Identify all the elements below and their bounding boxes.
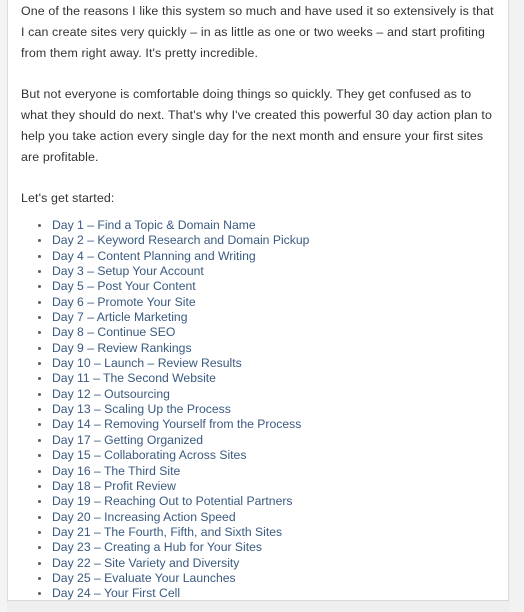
article-body: One of the reasons I like this system so… — [8, 0, 508, 600]
day-link[interactable]: Day 3 – Setup Your Account — [52, 264, 204, 278]
bullet-icon — [38, 438, 41, 442]
list-item: Day 10 – Launch – Review Results — [35, 356, 494, 371]
list-top-spacer — [21, 209, 494, 218]
bullet-icon — [38, 300, 41, 304]
bullet-icon — [38, 224, 41, 227]
bullet-icon — [38, 423, 41, 427]
day-link[interactable]: Day 21 – The Fourth, Fifth, and Sixth Si… — [52, 525, 282, 539]
bullet-icon — [38, 270, 41, 274]
bullet-icon — [38, 561, 41, 565]
content-card: One of the reasons I like this system so… — [7, 0, 509, 601]
bullet-icon — [38, 530, 41, 534]
day-link[interactable]: Day 6 – Promote Your Site — [52, 295, 196, 309]
day-link[interactable]: Day 17 – Getting Organized — [52, 433, 203, 447]
bullet-icon — [38, 500, 41, 504]
bullet-icon — [38, 362, 41, 366]
day-link[interactable]: Day 19 – Reaching Out to Potential Partn… — [52, 494, 293, 508]
bullet-icon — [38, 469, 41, 473]
day-link[interactable]: Day 8 – Continue SEO — [52, 325, 175, 339]
bullet-icon — [38, 239, 41, 243]
intro-paragraph-2: But not everyone is comfortable doing th… — [21, 87, 493, 164]
day-link[interactable]: Day 1 – Find a Topic & Domain Name — [52, 218, 256, 232]
day-link[interactable]: Day 7 – Article Marketing — [52, 310, 187, 324]
list-item: Day 25 – Evaluate Your Launches — [35, 571, 494, 586]
intro-paragraph-1: One of the reasons I like this system so… — [21, 4, 494, 60]
list-item: Day 22 – Site Variety and Diversity — [35, 556, 494, 571]
bullet-icon — [38, 285, 41, 289]
bullet-icon — [38, 254, 41, 258]
day-link[interactable]: Day 20 – Increasing Action Speed — [52, 510, 236, 524]
day-link[interactable]: Day 10 – Launch – Review Results — [52, 356, 242, 370]
list-item: Day 23 – Creating a Hub for Your Sites — [35, 540, 494, 555]
list-item: Day 12 – Outsourcing — [35, 387, 494, 402]
list-item: Day 18 – Profit Review — [35, 479, 494, 494]
day-link[interactable]: Day 4 – Content Planning and Writing — [52, 249, 256, 263]
day-link[interactable]: Day 5 – Post Your Content — [52, 279, 196, 293]
bullet-icon — [38, 454, 41, 458]
bullet-icon — [38, 515, 41, 519]
day-link[interactable]: Day 2 – Keyword Research and Domain Pick… — [52, 233, 309, 247]
bullet-icon — [38, 546, 41, 550]
day-link[interactable]: Day 12 – Outsourcing — [52, 387, 170, 401]
day-link[interactable]: Day 22 – Site Variety and Diversity — [52, 556, 239, 570]
day-link[interactable]: Day 23 – Creating a Hub for Your Sites — [52, 540, 262, 554]
list-item: Day 16 – The Third Site — [35, 464, 494, 479]
list-item: Day 8 – Continue SEO — [35, 325, 494, 340]
bullet-icon — [38, 484, 41, 488]
day-link[interactable]: Day 14 – Removing Yourself from the Proc… — [52, 417, 301, 431]
day-link[interactable]: Day 24 – Your First Cell — [52, 586, 180, 600]
day-link[interactable]: Day 11 – The Second Website — [52, 371, 216, 385]
bullet-icon — [38, 392, 41, 396]
list-item: Day 21 – The Fourth, Fifth, and Sixth Si… — [35, 525, 494, 540]
day-action-plan-list: Day 1 – Find a Topic & Domain Name Day 2 … — [21, 218, 494, 600]
list-item: Day 1 – Find a Topic & Domain Name — [35, 218, 494, 233]
right-gutter — [510, 0, 524, 612]
list-item: Day 6 – Promote Your Site — [35, 295, 494, 310]
left-gutter — [0, 0, 7, 612]
bullet-icon — [38, 377, 41, 381]
list-item: Day 19 – Reaching Out to Potential Partn… — [35, 494, 494, 509]
list-item: Day 5 – Post Your Content — [35, 279, 494, 294]
list-item: Day 15 – Collaborating Across Sites — [35, 448, 494, 463]
day-link[interactable]: Day 13 – Scaling Up the Process — [52, 402, 231, 416]
bullet-icon — [38, 408, 41, 412]
day-link[interactable]: Day 9 – Review Rankings — [52, 341, 192, 355]
list-item: Day 9 – Review Rankings — [35, 341, 494, 356]
day-link[interactable]: Day 16 – The Third Site — [52, 464, 180, 478]
list-item: Day 2 – Keyword Research and Domain Pick… — [35, 233, 494, 248]
bullet-icon — [38, 346, 41, 350]
list-item: Day 13 – Scaling Up the Process — [35, 402, 494, 417]
bullet-icon — [38, 316, 41, 320]
list-item: Day 11 – The Second Website — [35, 371, 494, 386]
day-link[interactable]: Day 18 – Profit Review — [52, 479, 176, 493]
day-link[interactable]: Day 15 – Collaborating Across Sites — [52, 448, 246, 462]
list-item: Day 24 – Your First Cell — [35, 586, 494, 600]
list-item: Day 4 – Content Planning and Writing — [35, 249, 494, 264]
list-item: Day 14 – Removing Yourself from the Proc… — [35, 417, 494, 432]
list-item: Day 17 – Getting Organized — [35, 433, 494, 448]
list-item: Day 7 – Article Marketing — [35, 310, 494, 325]
list-item: Day 20 – Increasing Action Speed — [35, 510, 494, 525]
page-frame: One of the reasons I like this system so… — [0, 0, 524, 612]
bullet-icon — [38, 592, 41, 596]
lets-get-started-line: Let's get started: — [21, 191, 115, 205]
bullet-icon — [38, 331, 41, 335]
day-link[interactable]: Day 25 – Evaluate Your Launches — [52, 571, 236, 585]
bullet-icon — [38, 576, 41, 580]
list-item: Day 3 – Setup Your Account — [35, 264, 494, 279]
